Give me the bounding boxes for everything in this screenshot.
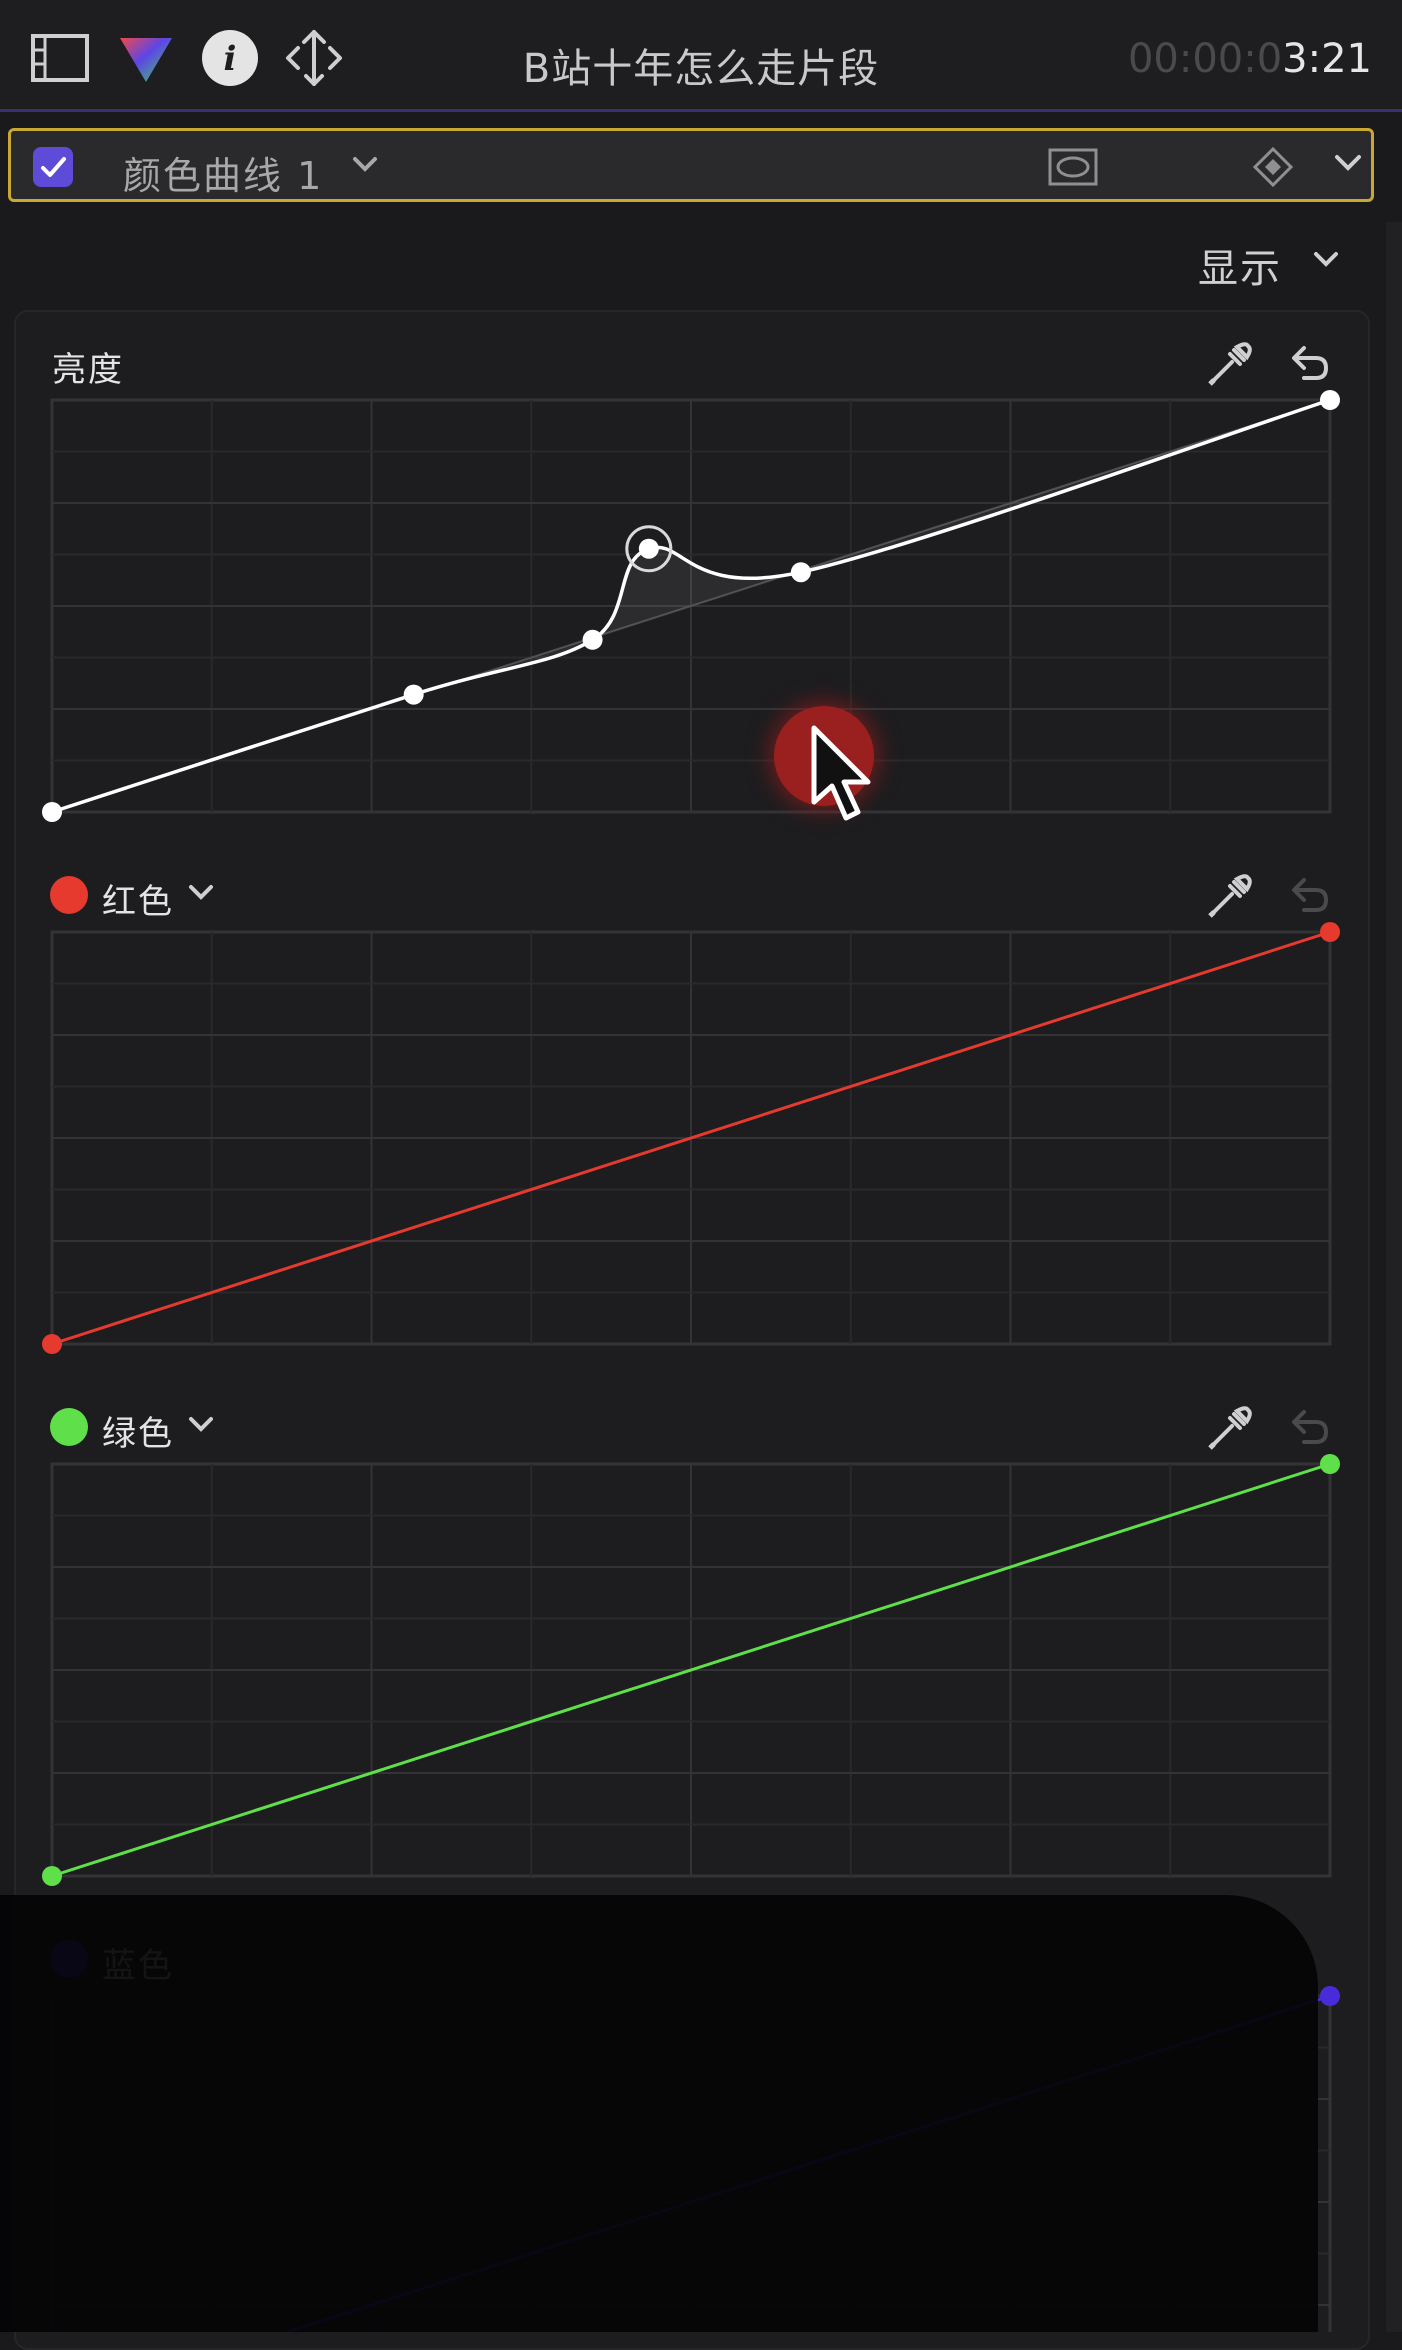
curve-control-point[interactable] (42, 802, 62, 822)
curve-control-point[interactable] (582, 629, 603, 650)
curve-control-point[interactable] (638, 538, 659, 559)
curve-graph-red[interactable] (42, 922, 1340, 1354)
dark-overlay (0, 1895, 1318, 2332)
curve-control-point[interactable] (403, 684, 424, 705)
curve-control-point[interactable] (42, 1334, 62, 1354)
mouse-cursor-icon (811, 725, 871, 821)
curve-control-point[interactable] (1320, 922, 1340, 942)
curve-control-point[interactable] (42, 1866, 62, 1886)
curve-graph-luma[interactable] (42, 390, 1340, 822)
curve-graph-green[interactable] (42, 1454, 1340, 1886)
curve-control-point[interactable] (1320, 390, 1340, 410)
curve-control-point[interactable] (1320, 1986, 1340, 2006)
curve-control-point[interactable] (1320, 1454, 1340, 1474)
curve-control-point[interactable] (790, 562, 811, 583)
